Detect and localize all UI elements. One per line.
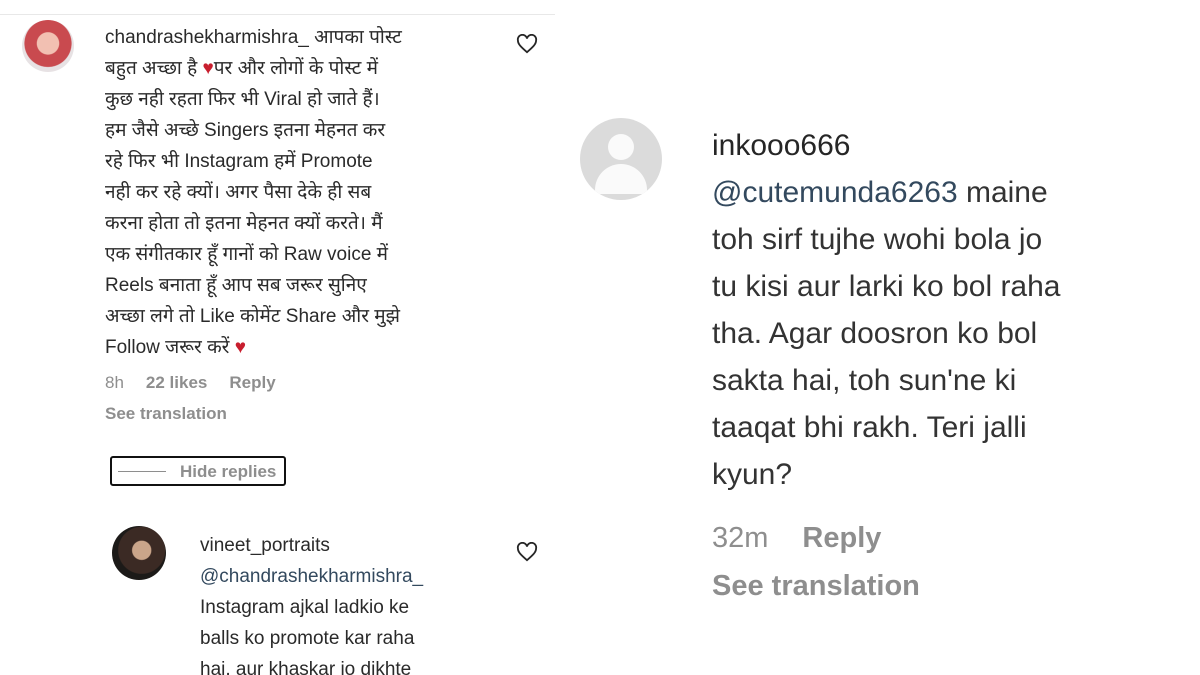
comment-body: chandrashekharmishra_ आपका पोस्ट बहुत अच…	[105, 22, 505, 363]
mention-link[interactable]: @cutemunda6263	[712, 176, 958, 209]
comment-meta: 32m Reply	[712, 522, 881, 555]
heart-like-icon[interactable]	[516, 34, 538, 54]
comment-meta: 8h 22 likes Reply	[105, 373, 276, 393]
right-screenshot-panel: inkooo666 @cutemunda6263 maine toh sirf …	[566, 0, 1200, 675]
heart-emoji: ♥	[234, 337, 247, 358]
heart-emoji: ♥	[202, 58, 214, 79]
comment-text-part2: पर और लोगों के पोस्ट में कुछ नही रहता फि…	[105, 58, 400, 358]
likes-count[interactable]: 22 likes	[146, 373, 207, 393]
reply-button[interactable]: Reply	[229, 373, 275, 393]
comment-text: maine toh sirf tujhe wohi bola jo tu kis…	[712, 176, 1061, 491]
mention-link[interactable]: @chandrashekharmishra_	[200, 566, 423, 587]
avatar-body-shape	[595, 164, 647, 194]
reply-body: vineet_portraits @chandrashekharmishra_ …	[200, 530, 500, 675]
see-translation-link[interactable]: See translation	[712, 570, 920, 603]
reply-button[interactable]: Reply	[802, 522, 881, 555]
comment-time: 32m	[712, 522, 769, 554]
default-avatar[interactable]	[580, 118, 662, 200]
divider	[0, 14, 555, 15]
reply-text: Instagram ajkal ladkio ke balls ko promo…	[200, 597, 415, 675]
left-screenshot-panel: chandrashekharmishra_ आपका पोस्ट बहुत अच…	[0, 0, 555, 675]
heart-like-icon[interactable]	[516, 542, 538, 562]
comment-time: 8h	[105, 373, 124, 392]
comment-username[interactable]: chandrashekharmishra_	[105, 27, 309, 48]
comment-body: inkooo666 @cutemunda6263 maine toh sirf …	[712, 122, 1182, 498]
avatar-head-shape	[608, 134, 634, 160]
comment-username[interactable]: inkooo666	[712, 129, 850, 162]
avatar[interactable]	[112, 526, 166, 580]
see-translation-link[interactable]: See translation	[105, 404, 227, 424]
avatar[interactable]	[22, 20, 74, 72]
divider-line	[118, 471, 166, 472]
hide-replies-label: Hide replies	[180, 462, 277, 481]
reply-username[interactable]: vineet_portraits	[200, 535, 330, 556]
hide-replies-button[interactable]: Hide replies	[110, 456, 286, 486]
